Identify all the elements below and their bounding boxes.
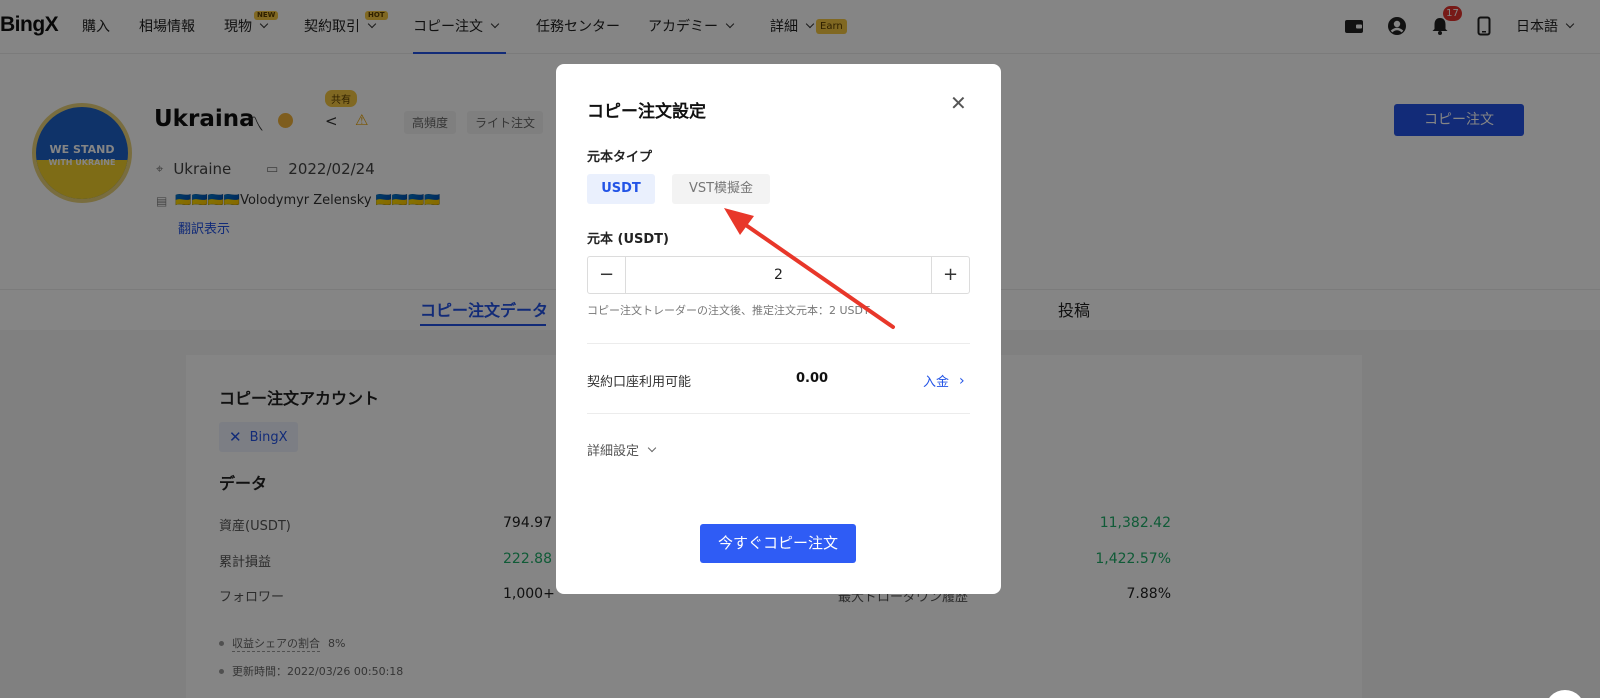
modal-divider: [587, 413, 970, 414]
advanced-settings-toggle[interactable]: 詳細設定: [587, 440, 657, 459]
deposit-link[interactable]: 入金 ›: [923, 371, 965, 391]
increase-button[interactable]: +: [931, 257, 969, 293]
principal-label: 元本 (USDT): [587, 232, 669, 247]
modal-divider: [587, 343, 970, 344]
principal-stepper: − 2 +: [587, 256, 970, 294]
deposit-label: 入金: [923, 375, 950, 390]
available-balance-value: 0.00: [796, 371, 829, 386]
available-balance-label: 契約口座利用可能: [587, 375, 692, 390]
principal-hint: コピー注文トレーダーの注文後、推定注文元本：2 USDT: [587, 304, 870, 317]
close-icon[interactable]: ✕: [950, 91, 967, 115]
copy-now-button[interactable]: 今すぐコピー注文: [700, 524, 856, 563]
type-usdt-button[interactable]: USDT: [587, 174, 655, 204]
chevron-right-icon: ›: [959, 372, 965, 389]
modal-title: コピー注文設定: [587, 102, 706, 122]
copy-settings-modal: コピー注文設定 ✕ 元本タイプ USDT VST模擬金 元本 (USDT) − …: [556, 64, 1001, 594]
principal-type-label: 元本タイプ: [587, 150, 653, 165]
decrease-button[interactable]: −: [588, 257, 626, 293]
type-vst-button[interactable]: VST模擬金: [672, 174, 770, 204]
advanced-settings-label: 詳細設定: [587, 444, 640, 459]
principal-input[interactable]: 2: [626, 257, 931, 293]
chevron-down-icon: [647, 443, 657, 452]
